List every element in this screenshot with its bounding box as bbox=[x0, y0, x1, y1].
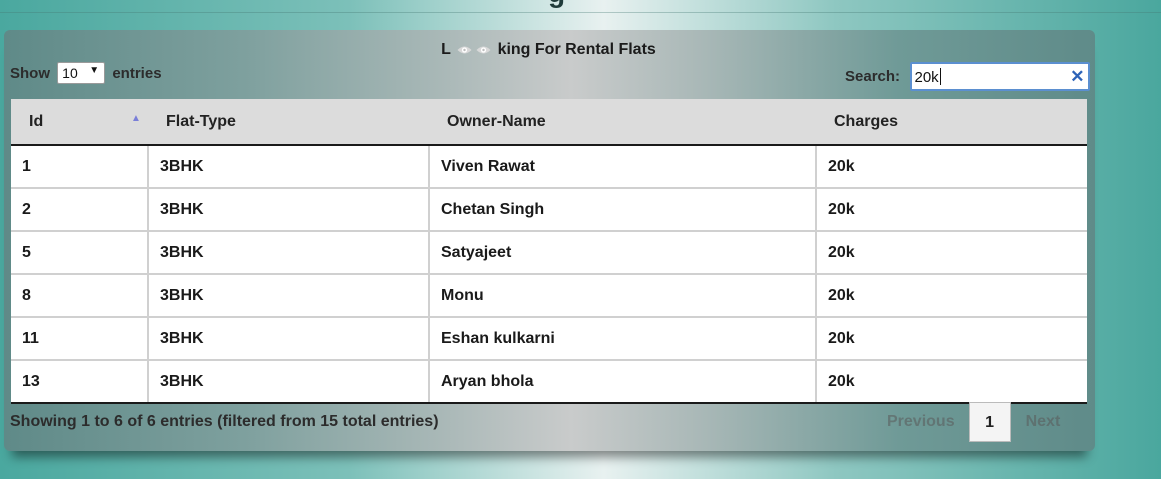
table-row: 8 3BHK Monu 20k bbox=[11, 274, 1087, 318]
page-button-current[interactable]: 1 bbox=[968, 402, 1011, 442]
entries-select[interactable]: 10 ▼ bbox=[57, 62, 106, 84]
search-input[interactable]: 20k ✕ bbox=[910, 62, 1091, 91]
cell-id: 11 bbox=[11, 317, 149, 361]
cell-charges: 20k bbox=[816, 360, 1087, 404]
cell-charges: 20k bbox=[816, 188, 1087, 232]
entries-select-value: 10 bbox=[62, 65, 78, 81]
flats-table: Id ▲ Flat-Type Owner-Name Charges 1 3BHK… bbox=[11, 99, 1087, 404]
table-row: 11 3BHK Eshan kulkarni 20k bbox=[11, 317, 1087, 361]
cell-owner-name: Chetan Singh bbox=[429, 188, 817, 232]
table-row: 2 3BHK Chetan Singh 20k bbox=[11, 188, 1087, 232]
eye-icon bbox=[457, 45, 472, 55]
column-header-id[interactable]: Id ▲ bbox=[11, 99, 148, 146]
panel-title-prefix: L bbox=[441, 41, 451, 58]
cell-id: 8 bbox=[11, 274, 149, 318]
next-page-button[interactable]: Next bbox=[1014, 402, 1073, 442]
table-row: 1 3BHK Viven Rawat 20k bbox=[11, 145, 1087, 189]
cell-owner-name: Monu bbox=[429, 274, 817, 318]
dropdown-arrow-icon: ▼ bbox=[89, 65, 100, 76]
cell-id: 13 bbox=[11, 360, 149, 404]
cell-id: 1 bbox=[11, 145, 149, 189]
search-label: Search: bbox=[845, 68, 901, 85]
eye-icon bbox=[476, 45, 491, 55]
cell-charges: 20k bbox=[816, 317, 1087, 361]
cell-flat-type: 3BHK bbox=[148, 360, 430, 404]
cell-id: 2 bbox=[11, 188, 149, 232]
cell-charges: 20k bbox=[816, 274, 1087, 318]
cell-owner-name: Eshan kulkarni bbox=[429, 317, 817, 361]
cell-charges: 20k bbox=[816, 231, 1087, 275]
entries-label: entries bbox=[112, 64, 162, 82]
cell-id: 5 bbox=[11, 231, 149, 275]
page-heading-fragment: g bbox=[548, 0, 565, 7]
cell-flat-type: 3BHK bbox=[148, 231, 430, 275]
previous-page-button[interactable]: Previous bbox=[875, 402, 967, 442]
search-input-value: 20k bbox=[914, 69, 939, 86]
cell-owner-name: Aryan bhola bbox=[429, 360, 817, 404]
column-header-flat-type[interactable]: Flat-Type bbox=[148, 99, 429, 146]
table-row: 13 3BHK Aryan bhola 20k bbox=[11, 360, 1087, 404]
column-header-label: Id bbox=[29, 112, 44, 130]
column-header-label: Owner-Name bbox=[447, 112, 546, 130]
table-header-row: Id ▲ Flat-Type Owner-Name Charges bbox=[11, 99, 1087, 146]
text-caret bbox=[939, 68, 941, 85]
entries-length-control: Show 10 ▼ entries bbox=[10, 62, 162, 84]
search-control: Search: 20k ✕ bbox=[845, 62, 1091, 91]
cell-flat-type: 3BHK bbox=[148, 145, 430, 189]
cell-owner-name: Viven Rawat bbox=[429, 145, 817, 189]
cell-flat-type: 3BHK bbox=[148, 274, 430, 318]
clear-search-icon[interactable]: ✕ bbox=[1070, 67, 1084, 87]
show-label: Show bbox=[10, 64, 50, 82]
panel-title-suffix: king For Rental Flats bbox=[497, 41, 656, 58]
cell-owner-name: Satyajeet bbox=[429, 231, 817, 275]
cell-charges: 20k bbox=[816, 145, 1087, 189]
table-info-text: Showing 1 to 6 of 6 entries (filtered fr… bbox=[10, 413, 439, 430]
column-header-owner-name[interactable]: Owner-Name bbox=[429, 99, 816, 146]
column-header-label: Flat-Type bbox=[166, 112, 236, 130]
top-divider bbox=[0, 12, 1161, 13]
sort-ascending-icon: ▲ bbox=[131, 113, 141, 124]
cell-flat-type: 3BHK bbox=[148, 317, 430, 361]
column-header-label: Charges bbox=[834, 112, 899, 130]
table-row: 5 3BHK Satyajeet 20k bbox=[11, 231, 1087, 275]
pagination: Previous 1 Next bbox=[875, 402, 1072, 444]
cell-flat-type: 3BHK bbox=[148, 188, 430, 232]
panel-title: L king For Rental Flats bbox=[0, 41, 1097, 59]
column-header-charges[interactable]: Charges bbox=[816, 99, 1087, 146]
